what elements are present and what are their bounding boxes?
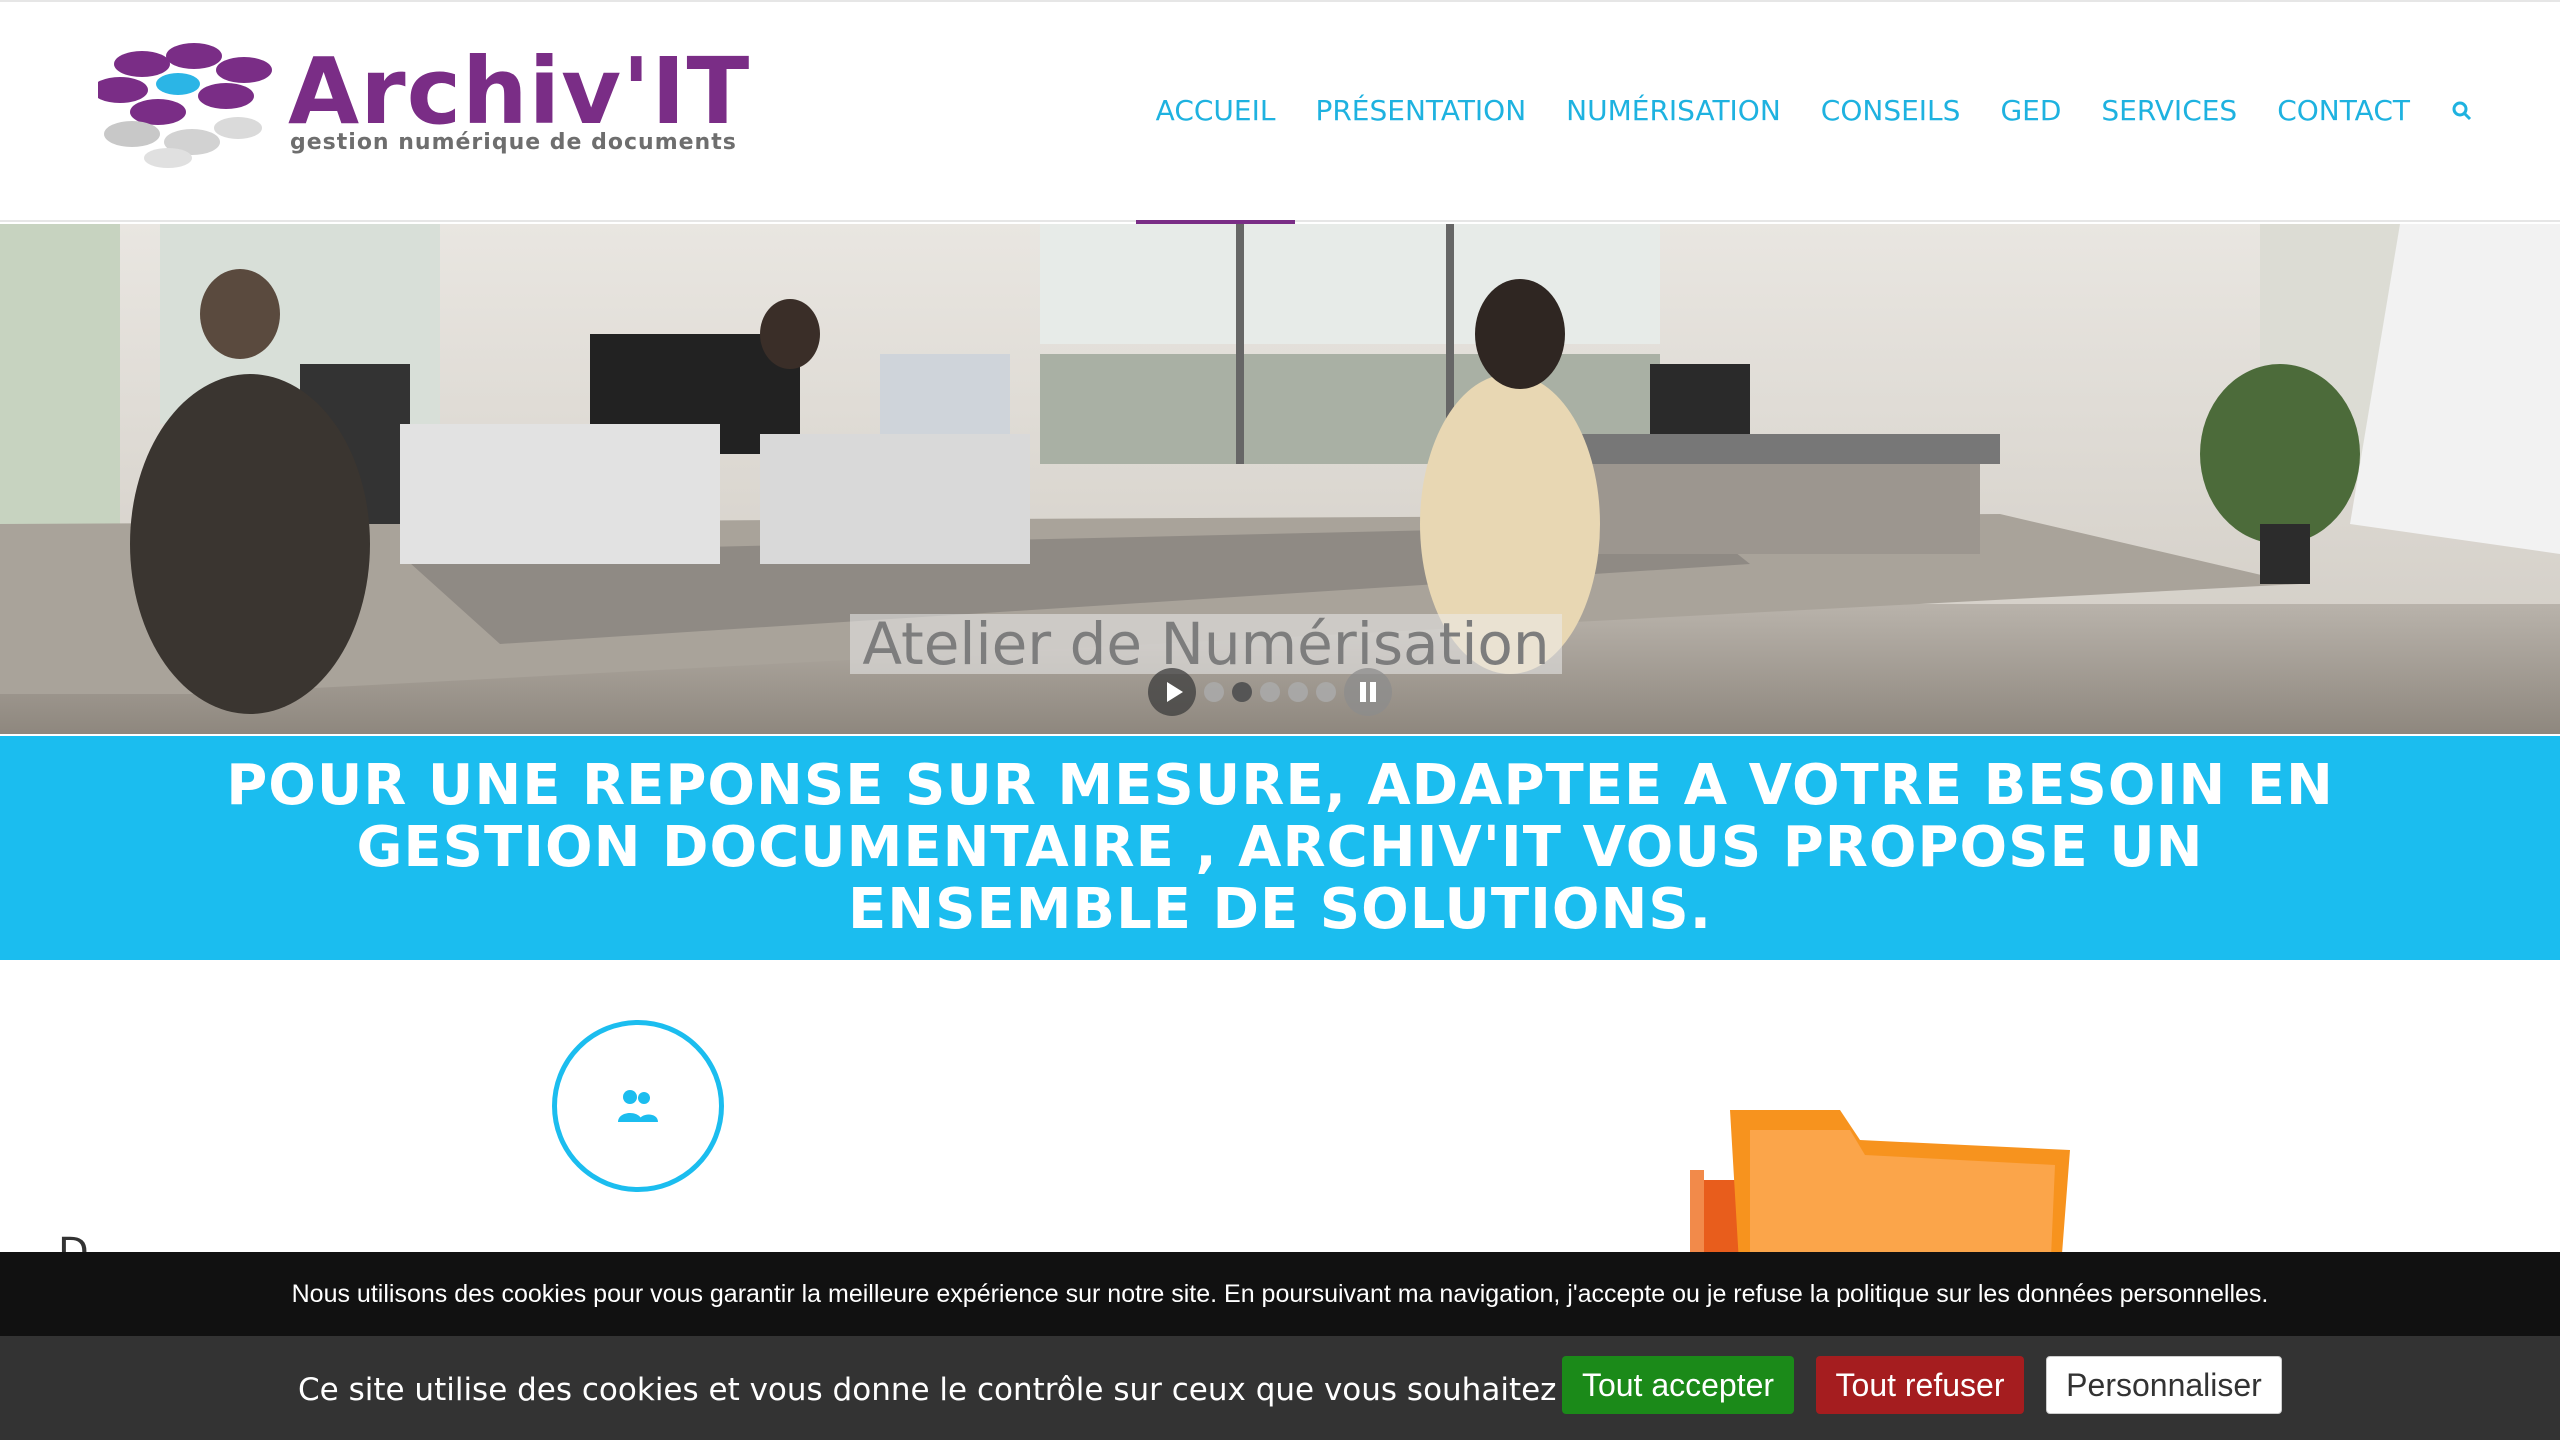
hero-caption: Atelier de Numérisation bbox=[850, 614, 1562, 674]
content-section: D bbox=[0, 960, 2560, 1280]
logo-wordmark: Archiv'IT bbox=[288, 38, 751, 145]
nav-item-accueil[interactable]: ACCUEIL bbox=[1135, 94, 1296, 224]
accept-all-button[interactable]: Tout accepter bbox=[1562, 1356, 1794, 1414]
users-icon-circle bbox=[552, 1020, 724, 1192]
refuse-all-button[interactable]: Tout refuser bbox=[1816, 1356, 2024, 1414]
cookie-control-bar: Ce site utilise des cookies et vous donn… bbox=[0, 1336, 2560, 1440]
nav-item-conseils[interactable]: CONSEILS bbox=[1821, 94, 1961, 127]
search-icon[interactable] bbox=[2450, 99, 2474, 123]
headline-text: POUR UNE REPONSE SUR MESURE, ADAPTEE A V… bbox=[226, 753, 2334, 942]
cookie-control-text: Ce site utilise des cookies et vous donn… bbox=[298, 1372, 1674, 1408]
slider-controls bbox=[1148, 668, 1392, 716]
nav-item-contact[interactable]: CONTACT bbox=[2277, 94, 2410, 127]
nav-item-presentation[interactable]: PRÉSENTATION bbox=[1315, 94, 1526, 127]
cookie-notice-text: Nous utilisons des cookies pour vous gar… bbox=[291, 1279, 2269, 1308]
nav-item-ged[interactable]: GED bbox=[2000, 94, 2061, 127]
main-nav: ACCUEIL PRÉSENTATION NUMÉRISATION CONSEI… bbox=[1135, 94, 2474, 224]
hero-slider[interactable]: Atelier de Numérisation bbox=[0, 224, 2560, 734]
slider-play-button[interactable] bbox=[1148, 668, 1196, 716]
slider-dot-5[interactable] bbox=[1316, 682, 1336, 702]
slider-dot-4[interactable] bbox=[1288, 682, 1308, 702]
cookie-notice-bar: Nous utilisons des cookies pour vous gar… bbox=[0, 1252, 2560, 1336]
logo-flower-icon bbox=[98, 43, 272, 168]
users-icon bbox=[618, 1090, 658, 1122]
slider-dot-2[interactable] bbox=[1232, 682, 1252, 702]
headline-banner: POUR UNE REPONSE SUR MESURE, ADAPTEE A V… bbox=[0, 736, 2560, 960]
logo[interactable]: Archiv'IT gestion numérique de documents bbox=[98, 38, 749, 170]
nav-item-services[interactable]: SERVICES bbox=[2101, 94, 2237, 127]
slider-dot-1[interactable] bbox=[1204, 682, 1224, 702]
logo-tagline: gestion numérique de documents bbox=[290, 130, 737, 155]
site-header: Archiv'IT gestion numérique de documents… bbox=[0, 0, 2560, 224]
slider-pause-button[interactable] bbox=[1344, 668, 1392, 716]
customize-button[interactable]: Personnaliser bbox=[2046, 1356, 2282, 1414]
slider-dot-3[interactable] bbox=[1260, 682, 1280, 702]
nav-item-numerisation[interactable]: NUMÉRISATION bbox=[1566, 94, 1781, 127]
